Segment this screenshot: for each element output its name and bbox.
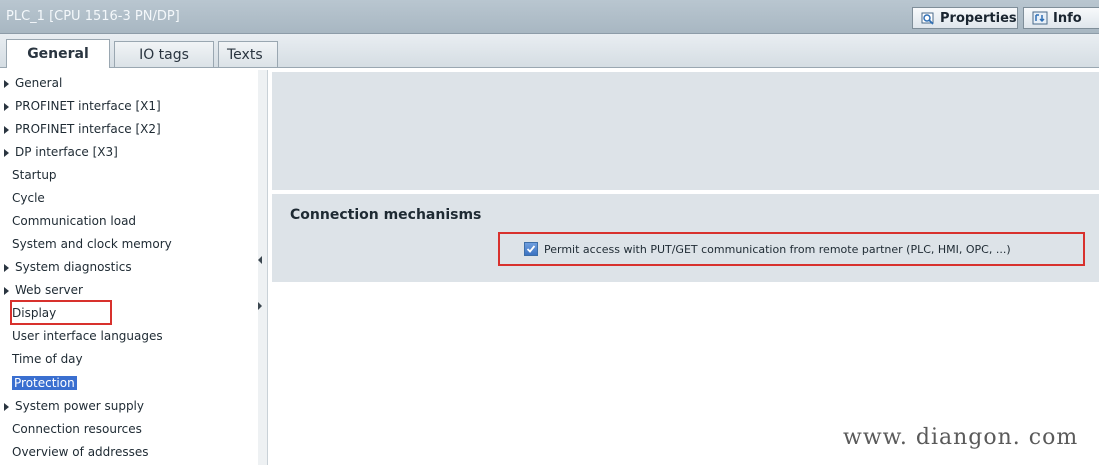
tab-general[interactable]: General <box>6 39 110 68</box>
expand-arrow-icon[interactable] <box>4 125 9 134</box>
expand-arrow-icon[interactable] <box>4 263 9 272</box>
window-title: PLC_1 [CPU 1516-3 PN/DP] <box>6 9 180 24</box>
section-title: Connection mechanisms <box>290 207 482 223</box>
expand-arrow-icon[interactable] <box>4 402 9 411</box>
nav-item-system-diagnostics[interactable]: System diagnostics <box>4 258 132 276</box>
navigation-tree: General PROFINET interface [X1] PROFINET… <box>0 70 259 465</box>
highlight-box-protection <box>10 300 112 325</box>
checkmark-icon <box>526 245 536 253</box>
nav-item-profinet-x1[interactable]: PROFINET interface [X1] <box>4 97 161 115</box>
nav-item-protection[interactable]: Protection <box>4 374 77 392</box>
watermark-text: www. diangon. com <box>843 425 1079 450</box>
properties-icon <box>921 12 934 25</box>
nav-item-system-clock-memory[interactable]: System and clock memory <box>4 235 172 253</box>
nav-item-communication-load[interactable]: Communication load <box>4 212 136 230</box>
expand-arrow-icon[interactable] <box>4 148 9 157</box>
collapse-left-icon[interactable] <box>258 256 262 264</box>
info-button[interactable]: Info <box>1023 7 1099 29</box>
info-icon <box>1032 11 1048 25</box>
put-get-checkbox[interactable] <box>524 242 538 256</box>
expand-arrow-icon[interactable] <box>4 286 9 295</box>
expand-arrow-icon[interactable] <box>4 79 9 88</box>
nav-item-overview-addresses[interactable]: Overview of addresses <box>4 443 148 461</box>
info-label: Info <box>1053 10 1082 26</box>
nav-item-cycle[interactable]: Cycle <box>4 189 45 207</box>
expand-right-icon[interactable] <box>258 302 262 310</box>
connection-mechanisms-section: Connection mechanisms Permit access with… <box>272 194 1099 282</box>
properties-button[interactable]: Properties <box>912 7 1018 29</box>
tab-texts[interactable]: Texts <box>218 41 278 67</box>
nav-item-web-server[interactable]: Web server <box>4 281 83 299</box>
properties-panel-top <box>272 72 1099 190</box>
nav-item-general[interactable]: General <box>4 74 62 92</box>
nav-item-system-power-supply[interactable]: System power supply <box>4 397 144 415</box>
nav-item-dp-interface[interactable]: DP interface [X3] <box>4 143 118 161</box>
highlight-box-put-get: Permit access with PUT/GET communication… <box>498 232 1085 266</box>
splitter-handle[interactable] <box>258 70 268 465</box>
nav-item-ui-languages[interactable]: User interface languages <box>4 327 163 345</box>
expand-arrow-icon[interactable] <box>4 102 9 111</box>
tab-io-tags[interactable]: IO tags <box>114 41 214 67</box>
nav-item-connection-resources[interactable]: Connection resources <box>4 420 142 438</box>
nav-item-startup[interactable]: Startup <box>4 166 57 184</box>
properties-label: Properties <box>940 10 1017 26</box>
put-get-checkbox-label[interactable]: Permit access with PUT/GET communication… <box>544 243 1011 256</box>
nav-item-profinet-x2[interactable]: PROFINET interface [X2] <box>4 120 161 138</box>
tab-bar: General IO tags Texts <box>0 34 1099 68</box>
title-bar: PLC_1 [CPU 1516-3 PN/DP] Properties Info <box>0 0 1099 34</box>
nav-item-time-of-day[interactable]: Time of day <box>4 350 83 368</box>
